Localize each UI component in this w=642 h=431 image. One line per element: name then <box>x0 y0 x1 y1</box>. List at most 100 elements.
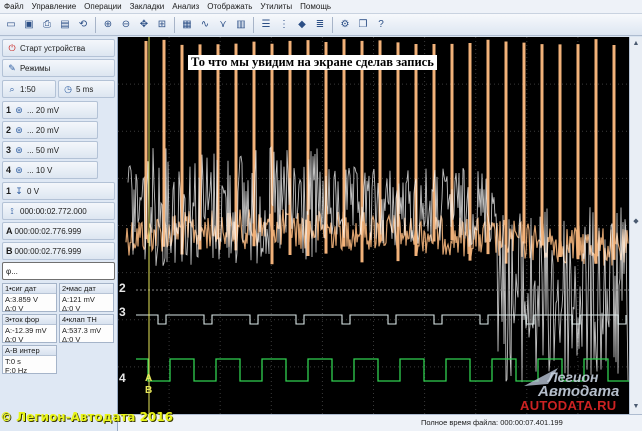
channel-2-value: ... 20 mV <box>27 125 60 135</box>
menu-control[interactable]: Управление <box>32 2 76 11</box>
trigger-channel-number: 1 <box>6 186 12 196</box>
start-device-button[interactable]: ⏻ Старт устройства <box>2 39 115 57</box>
layers-icon[interactable]: ☰ <box>258 17 274 33</box>
left-panel: ⏻ Старт устройства ✎ Режимы ⌕ 1:50 ◷ 5 m… <box>0 37 118 431</box>
ab-interval-frequency: F:0 Hz <box>5 366 28 374</box>
channel-4-row[interactable]: 4 ⊛ ... 10 V <box>2 161 98 179</box>
help-icon[interactable]: ? <box>373 17 389 33</box>
filter-icon[interactable]: ⋎ <box>215 17 231 33</box>
toolbar-separator <box>174 16 175 33</box>
sine-icon[interactable]: ∿ <box>197 17 213 33</box>
channel-2-trace <box>127 145 629 383</box>
menu-file[interactable]: Файл <box>4 2 24 11</box>
channel-2-row[interactable]: 2 ⊛ ... 20 mV <box>2 121 98 139</box>
menu-bookmarks[interactable]: Закладки <box>130 2 165 11</box>
channel-1-row[interactable]: 1 ⊛ ... 20 mV <box>2 101 98 119</box>
print-icon[interactable]: ⎙ <box>39 17 55 33</box>
power-icon: ⏻ <box>8 42 16 53</box>
channel-3-row[interactable]: 3 ⊛ ... 50 mV <box>2 141 98 159</box>
timebase-label: 5 ms <box>76 84 94 94</box>
measure-cell-1-delta: Δ:0 V <box>5 304 24 312</box>
timebase-control[interactable]: ◷ 5 ms <box>58 80 115 98</box>
phase-label: φ... <box>6 266 18 276</box>
window-icon[interactable]: ❐ <box>355 17 371 33</box>
clock-icon: ◷ <box>64 83 72 94</box>
measure-icon[interactable]: ⊞ <box>154 17 170 33</box>
copyright-watermark: © Легион-Автодата 2016 <box>0 410 173 424</box>
measure-cell-1[interactable]: 1•сиг дат A:3.859 V Δ:0 V <box>2 283 57 312</box>
cursor-b-row[interactable]: B 000:00:02.776.999 <box>2 242 115 260</box>
channel-4-number: 4 <box>6 165 12 175</box>
channel-3-value: ... 50 mV <box>27 145 60 155</box>
list-icon[interactable]: ≣ <box>312 17 328 33</box>
file-icon[interactable]: ▭ <box>3 17 19 33</box>
menu-operations[interactable]: Операции <box>84 2 121 11</box>
cursor-a-marker[interactable]: A <box>145 373 152 384</box>
delay-row[interactable]: ⟟ 000:00:02.772.000 <box>2 202 115 220</box>
toolbar-separator <box>332 16 333 33</box>
measure-cell-2[interactable]: 2•мас дат A:121 mV Δ:0 V <box>59 283 114 312</box>
vertical-scrollbar[interactable]: ▲ ◆ ▼ <box>629 37 642 414</box>
toolbar-separator <box>253 16 254 33</box>
measure-cell-4-head: 4•клап ТН <box>60 315 113 325</box>
probe-icon: ⊛ <box>15 164 23 175</box>
measure-cell-1-value: A:3.859 V <box>5 295 38 304</box>
trigger-value: 0 V <box>27 186 40 196</box>
trace-label-4[interactable]: 4 <box>119 371 126 385</box>
measure-cell-2-delta: Δ:0 V <box>62 304 81 312</box>
scale-label: 1:50 <box>20 84 36 94</box>
toolbar-separator <box>95 16 96 33</box>
measure-cell-3[interactable]: 3•ток фор A:-12.39 mV Δ:0 V <box>2 314 57 343</box>
measure-cell-1-head: 1•сиг дат <box>3 284 56 294</box>
scroll-thumb-icon[interactable]: ◆ <box>631 217 641 227</box>
marker-icon[interactable]: ◆ <box>294 17 310 33</box>
grid-icon[interactable]: ▦ <box>179 17 195 33</box>
cursor-b-marker[interactable]: B <box>145 385 152 396</box>
channels-icon[interactable]: ⋮ <box>276 17 292 33</box>
zoom-in-icon[interactable]: ⊕ <box>100 17 116 33</box>
image-icon[interactable]: ▤ <box>57 17 73 33</box>
autodata-url-watermark: AUTODATA.RU <box>520 398 617 413</box>
trace-label-2[interactable]: 2 <box>119 281 126 295</box>
channel-1-value: ... 20 mV <box>27 105 60 115</box>
trigger-icon: ↧ <box>15 185 23 196</box>
ab-interval-time: T:0 s <box>5 357 21 366</box>
probe-icon: ⊛ <box>15 124 23 135</box>
trace-label-3[interactable]: 3 <box>119 305 126 319</box>
menu-help[interactable]: Помощь <box>300 2 331 11</box>
menu-utilities[interactable]: Утилиты <box>260 2 292 11</box>
zoom-out-icon[interactable]: ⊖ <box>118 17 134 33</box>
measure-cell-4-delta: Δ:0 V <box>62 335 81 343</box>
channel-3-number: 3 <box>6 145 12 155</box>
phase-row[interactable]: φ... <box>2 262 115 280</box>
measure-cell-2-head: 2•мас дат <box>60 284 113 294</box>
menu-analysis[interactable]: Анализ <box>172 2 199 11</box>
scroll-up-icon[interactable]: ▲ <box>631 39 641 49</box>
channel-3-trace <box>136 314 627 325</box>
app-window: Файл Управление Операции Закладки Анализ… <box>0 0 642 431</box>
waveform-canvas[interactable] <box>118 37 629 414</box>
settings-icon[interactable]: ⚙ <box>337 17 353 33</box>
chart-icon[interactable]: ▥ <box>233 17 249 33</box>
scale-control[interactable]: ⌕ 1:50 <box>2 80 56 98</box>
modes-label: Режимы <box>20 63 51 73</box>
modes-button[interactable]: ✎ Режимы <box>2 59 115 77</box>
oscilloscope-view[interactable]: То что мы увидим на экране сделав запись… <box>118 37 629 414</box>
cursor-b-value: 000:00:02.776.999 <box>14 246 82 256</box>
start-device-label: Старт устройства <box>20 43 86 53</box>
measure-cell-2-value: A:121 mV <box>62 295 95 304</box>
measure-cell-3-delta: Δ:0 V <box>5 335 24 343</box>
menu-display[interactable]: Отображать <box>207 2 252 11</box>
wrench-icon: ✎ <box>8 62 16 73</box>
file-duration: Полное время файла: 000:00:07.401.199 <box>421 418 563 427</box>
save-icon[interactable]: ▣ <box>21 17 37 33</box>
trigger-row[interactable]: 1 ↧ 0 V <box>2 182 115 200</box>
delay-value: 000:00:02.772.000 <box>20 206 87 216</box>
channel-2-number: 2 <box>6 125 12 135</box>
cursor-a-value: 000:00:02.776.999 <box>14 226 82 236</box>
reopen-icon[interactable]: ⟲ <box>75 17 91 33</box>
ab-interval-cell[interactable]: A-B интер T:0 s F:0 Hz <box>2 345 57 374</box>
measure-cell-4[interactable]: 4•клап ТН A:537.3 mV Δ:0 V <box>59 314 114 343</box>
cursor-icon[interactable]: ✥ <box>136 17 152 33</box>
cursor-a-row[interactable]: A 000:00:02.776.999 <box>2 222 115 240</box>
